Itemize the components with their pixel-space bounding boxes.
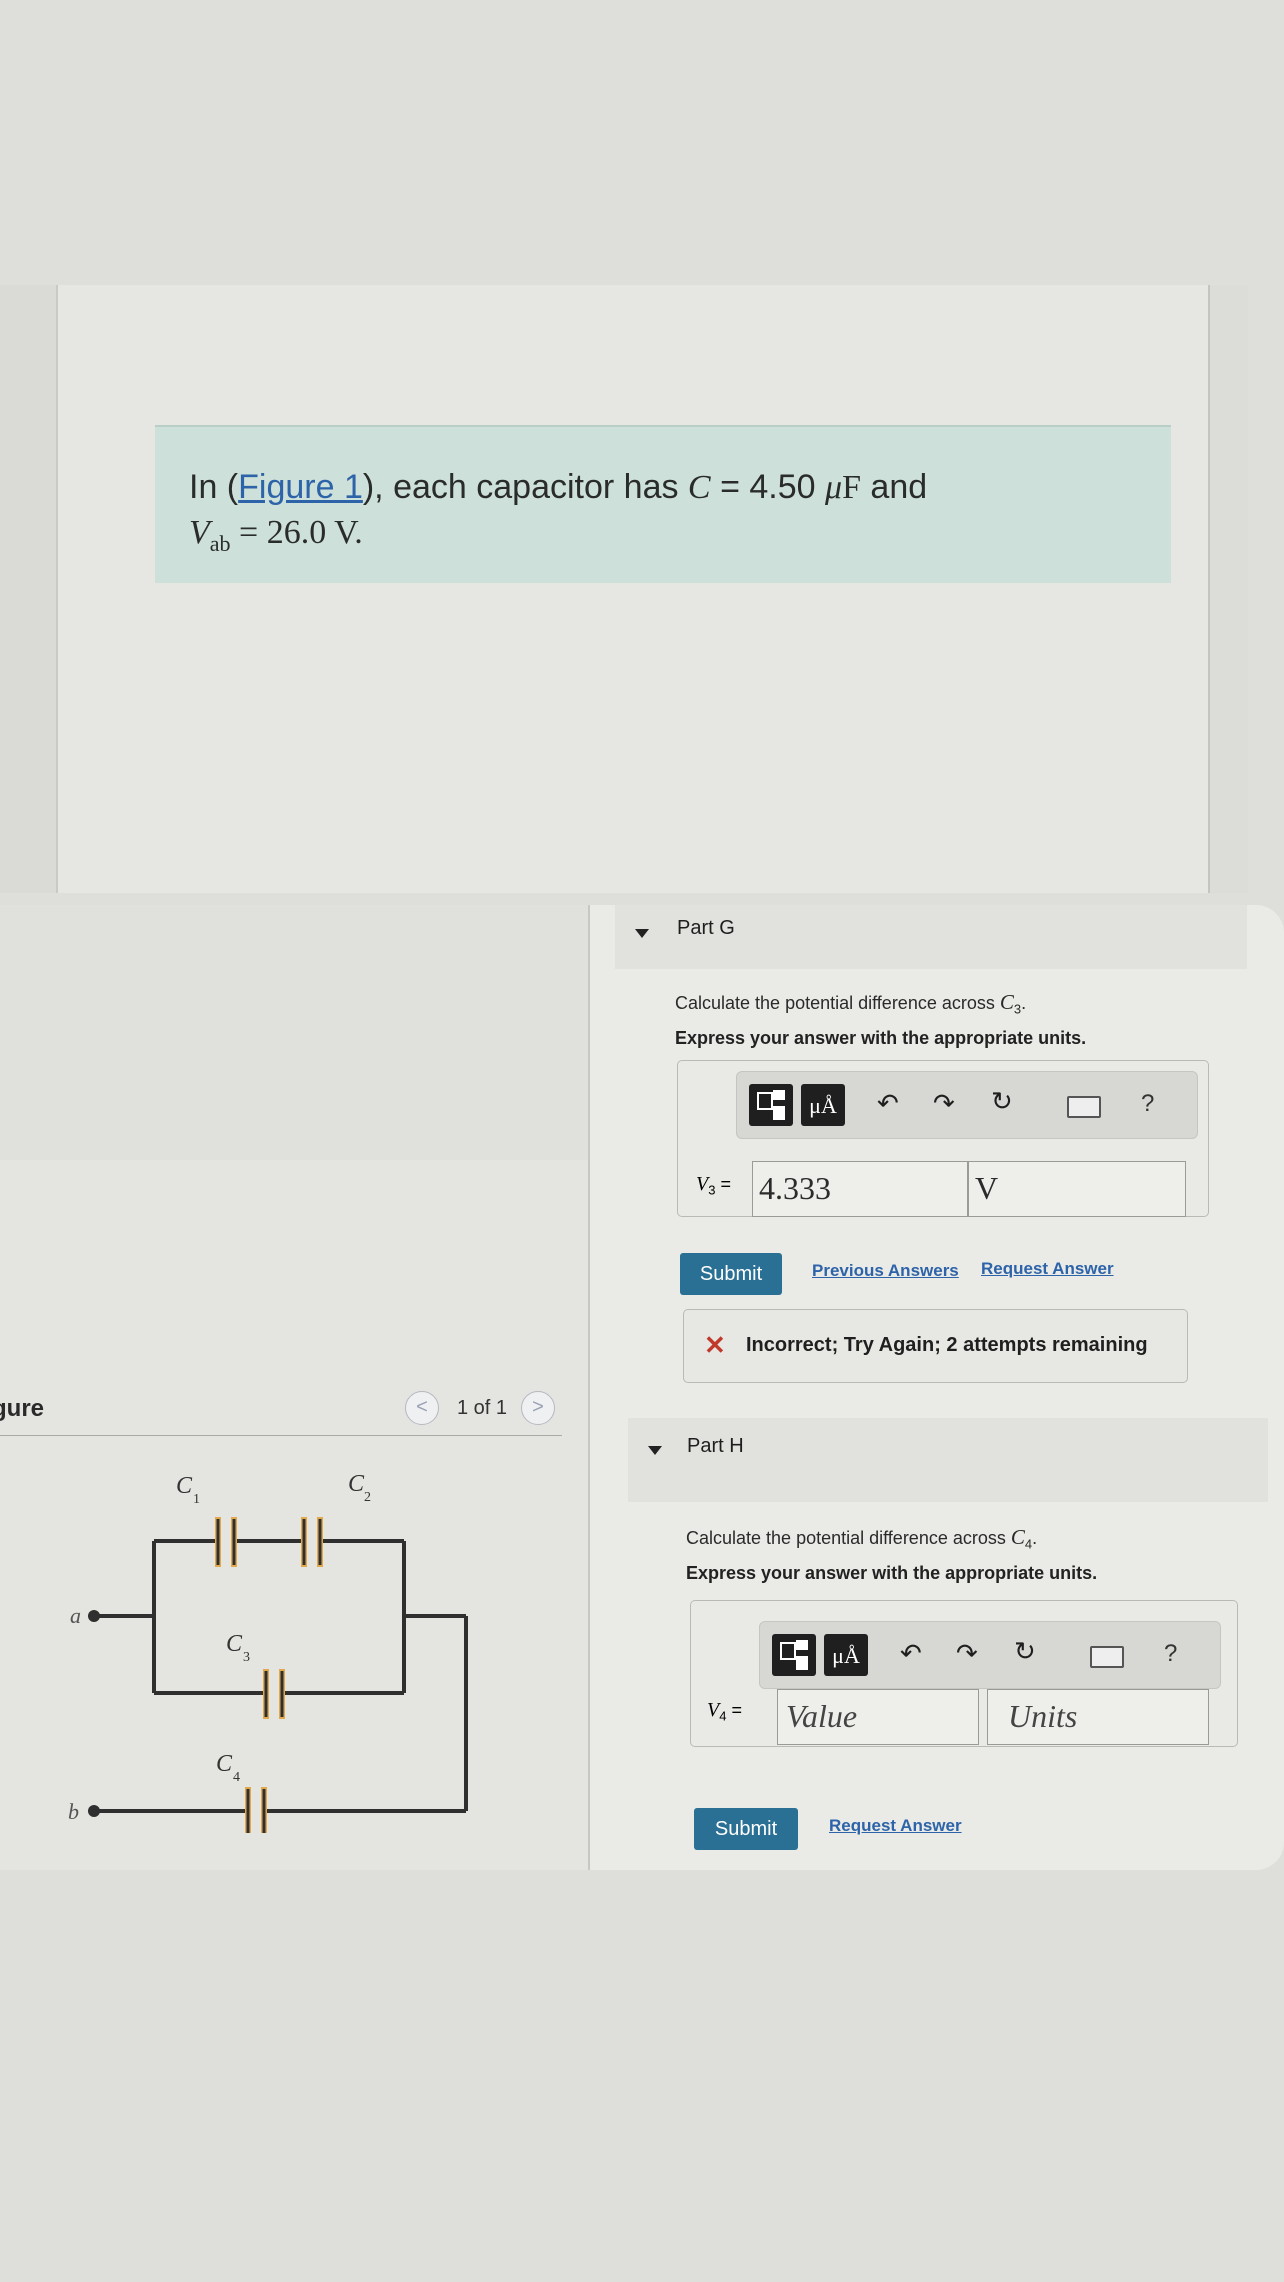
figure-pane: gure < 1 of 1 > [0, 905, 590, 1870]
part-g-math-toolbar: μÅ ↶ ↷ ↻ ? [736, 1071, 1198, 1139]
help-icon[interactable]: ? [1141, 1090, 1154, 1118]
part-g-units: V [975, 1170, 999, 1206]
problem-statement: In (Figure 1), each capacitor has C = 4.… [189, 465, 927, 566]
intro-prefix: In ( [189, 468, 239, 506]
help-icon[interactable]: ? [1164, 1640, 1177, 1668]
var-symbol: V [696, 1173, 709, 1195]
capacitor-c4 [245, 1787, 267, 1833]
part-h-variable-label: V4 = [707, 1699, 742, 1724]
intro-mid: ), each capacitor has [362, 468, 688, 506]
label-a: a [70, 1603, 81, 1628]
next-figure-button[interactable]: > [521, 1391, 555, 1425]
part-g-variable-label: V3 = [696, 1173, 731, 1198]
question-suffix: . [1032, 1528, 1038, 1548]
voltage-symbol: V [189, 514, 210, 551]
question-prefix: Calculate the potential difference acros… [675, 993, 1000, 1013]
problem-intro-box: In (Figure 1), each capacitor has C = 4.… [155, 425, 1171, 583]
collapse-caret-icon[interactable] [648, 1446, 662, 1455]
redo-icon[interactable]: ↷ [956, 1638, 978, 1669]
label-c3: C [226, 1631, 243, 1657]
label-c4-sub: 4 [233, 1770, 240, 1785]
capacitor-circuit-diagram: a b C 1 C 2 C 3 C 4 [68, 1471, 468, 1833]
previous-answers-link[interactable]: Previous Answers [812, 1261, 959, 1281]
part-h-title: Part H [687, 1435, 744, 1457]
keyboard-icon[interactable] [1067, 1096, 1101, 1118]
part-h-submit-button[interactable]: Submit [694, 1808, 798, 1850]
figure-link[interactable]: Figure 1 [238, 468, 363, 506]
var-symbol: V [707, 1699, 720, 1721]
part-h-header[interactable]: Part H [628, 1418, 1268, 1502]
question-panel: gure < 1 of 1 > [0, 905, 1284, 1870]
voltage-subscript: ab [209, 530, 231, 556]
undo-icon[interactable]: ↶ [900, 1638, 922, 1669]
label-c3-sub: 3 [243, 1650, 250, 1665]
collapse-caret-icon[interactable] [635, 929, 649, 938]
units-icon[interactable]: μÅ [801, 1084, 845, 1126]
question-var: C [999, 990, 1014, 1014]
reset-icon[interactable]: ↻ [1014, 1636, 1036, 1667]
redo-icon[interactable]: ↷ [933, 1088, 955, 1119]
undo-icon[interactable]: ↶ [877, 1088, 899, 1119]
part-g-answer-box: μÅ ↶ ↷ ↻ ? V3 = 4.333 V [677, 1060, 1209, 1217]
keyboard-icon[interactable] [1090, 1646, 1124, 1668]
label-b: b [68, 1799, 79, 1824]
part-h-value-placeholder: Value [786, 1698, 858, 1734]
part-h-units-placeholder: Units [1008, 1698, 1078, 1734]
left-edge-strip [0, 285, 58, 893]
capacitor-c1 [215, 1517, 237, 1567]
part-g-request-answer-link[interactable]: Request Answer [981, 1259, 1114, 1279]
capacitance-unit-f: F [842, 469, 861, 506]
terminal-a [88, 1610, 100, 1622]
var-sub: 4 [719, 1708, 727, 1724]
label-c4: C [216, 1751, 233, 1777]
feedback-message: Incorrect; Try Again; 2 attempts remaini… [746, 1334, 1148, 1356]
part-h-units-input[interactable]: Units [987, 1689, 1209, 1745]
var-sub: 3 [708, 1182, 716, 1198]
part-g-value-input[interactable]: 4.333 [752, 1161, 968, 1217]
label-c2: C [348, 1471, 365, 1497]
question-suffix: . [1021, 993, 1027, 1013]
part-g-header[interactable]: Part G [615, 905, 1247, 969]
capacitance-unit-mu: μ [824, 469, 843, 506]
capacitor-c3 [263, 1669, 285, 1719]
question-var: C [1010, 1525, 1025, 1549]
part-h-answer-box: μÅ ↶ ↷ ↻ ? V4 = Value Units [690, 1600, 1238, 1747]
part-g-title: Part G [677, 917, 735, 939]
units-icon[interactable]: μÅ [824, 1634, 868, 1676]
figure-title: gure [0, 1395, 45, 1422]
capacitor-c2 [301, 1517, 323, 1567]
part-g-question: Calculate the potential difference acros… [675, 990, 1026, 1017]
capacitance-value: = 4.50 [720, 468, 825, 506]
part-g-value: 4.333 [759, 1170, 831, 1206]
intro-and: and [860, 468, 928, 506]
question-prefix: Calculate the potential difference acros… [686, 1528, 1011, 1548]
part-g-units-input[interactable]: V [968, 1161, 1186, 1217]
part-h-question: Calculate the potential difference acros… [686, 1525, 1037, 1552]
figure-page-count: 1 of 1 [457, 1397, 508, 1419]
reset-icon[interactable]: ↻ [991, 1086, 1013, 1117]
templates-icon[interactable] [772, 1634, 816, 1676]
part-g-feedback: ✕ Incorrect; Try Again; 2 attempts remai… [683, 1309, 1188, 1383]
label-c1-sub: 1 [193, 1492, 200, 1507]
part-g-instruction: Express your answer with the appropriate… [675, 1028, 1087, 1048]
label-c2-sub: 2 [364, 1490, 371, 1505]
label-c1: C [176, 1473, 193, 1499]
var-equals: = [720, 1174, 731, 1194]
part-h-math-toolbar: μÅ ↶ ↷ ↻ ? [759, 1621, 1221, 1689]
part-h-request-answer-link[interactable]: Request Answer [829, 1816, 962, 1836]
figure-divider [0, 1435, 562, 1436]
voltage-value: = 26.0 V. [230, 514, 363, 551]
part-h-value-input[interactable]: Value [777, 1689, 979, 1745]
capacitance-symbol: C [687, 469, 711, 506]
terminal-b [88, 1805, 100, 1817]
part-h-instruction: Express your answer with the appropriate… [686, 1563, 1098, 1583]
var-equals: = [731, 1700, 742, 1720]
right-edge-strip [1208, 285, 1248, 893]
figure-pane-header [0, 905, 588, 1160]
prev-figure-button[interactable]: < [405, 1391, 439, 1425]
problem-panel: In (Figure 1), each capacitor has C = 4.… [0, 285, 1248, 893]
templates-icon[interactable] [749, 1084, 793, 1126]
part-g-submit-button[interactable]: Submit [680, 1253, 782, 1295]
incorrect-icon: ✕ [704, 1330, 726, 1360]
